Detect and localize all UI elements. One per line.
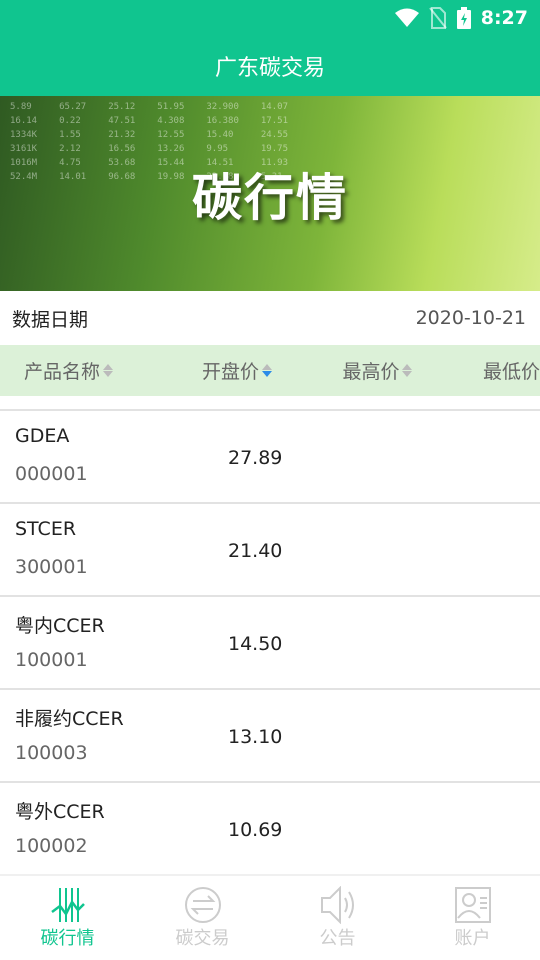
product-code: 300001 — [15, 556, 88, 578]
sort-icon — [402, 364, 413, 377]
column-header-high[interactable]: 最高价 — [342, 357, 483, 384]
nav-notice[interactable]: 公告 — [270, 876, 405, 960]
banner: 5.89 16.14 1334K 3161K 1016M 52.4M 65.27 … — [0, 96, 540, 291]
nav-label: 碳行情 — [40, 928, 95, 949]
nav-label: 公告 — [319, 928, 356, 949]
nav-label: 账户 — [454, 928, 491, 949]
wifi-icon — [394, 8, 419, 27]
table-row[interactable]: 非履约CCER 100003 13.10 — [0, 690, 540, 783]
table-row[interactable]: STCER 300001 21.40 — [0, 504, 540, 597]
app-title-bar: 广东碳交易 — [0, 36, 540, 96]
status-bar: 8:27 — [0, 0, 540, 36]
nav-label: 碳交易 — [175, 928, 230, 949]
exchange-icon — [184, 887, 221, 923]
table-header: 产品名称 开盘价 最高价 最低价 — [0, 345, 540, 396]
nav-market[interactable]: 碳行情 — [0, 876, 135, 960]
banner-title: 碳行情 — [192, 169, 348, 227]
product-code: 000001 — [15, 463, 88, 485]
data-date-value: 2020-10-21 — [415, 307, 526, 329]
market-chart-icon — [50, 888, 85, 922]
clock: 8:27 — [480, 7, 528, 29]
data-date-row: 数据日期 2020-10-21 — [0, 291, 540, 345]
product-code: 100003 — [15, 742, 88, 764]
column-header-low[interactable]: 最低价 — [483, 357, 540, 384]
product-name: 非履约CCER — [15, 708, 124, 730]
product-code: 100002 — [15, 835, 88, 857]
product-code: 100001 — [15, 649, 88, 671]
nav-account[interactable]: 账户 — [405, 876, 540, 960]
column-label: 产品名称 — [24, 361, 101, 383]
column-header-name[interactable]: 产品名称 — [24, 357, 202, 384]
page-title: 广东碳交易 — [214, 56, 325, 81]
table-row[interactable]: 粤内CCER 100001 14.50 — [0, 597, 540, 690]
divider — [0, 396, 540, 411]
column-label: 最高价 — [342, 361, 400, 383]
table-row[interactable]: GDEA 000001 27.89 — [0, 411, 540, 504]
open-price: 10.69 — [228, 819, 283, 841]
nav-trade[interactable]: 碳交易 — [135, 876, 270, 960]
column-label: 开盘价 — [201, 361, 259, 383]
column-label: 最低价 — [482, 361, 540, 383]
speaker-icon — [320, 886, 354, 924]
battery-charging-icon — [456, 7, 471, 29]
open-price: 14.50 — [228, 633, 283, 655]
open-price: 13.10 — [228, 726, 283, 748]
table-row[interactable]: 粤外CCER 100002 10.69 — [0, 783, 540, 876]
open-price: 27.89 — [228, 447, 283, 469]
column-header-open[interactable]: 开盘价 — [202, 357, 343, 384]
bottom-nav: 碳行情 碳交易 公告 账户 — [0, 874, 540, 960]
no-sim-icon — [428, 7, 447, 29]
account-card-icon — [454, 887, 491, 923]
sort-desc-icon — [261, 364, 272, 377]
data-date-label: 数据日期 — [12, 308, 89, 331]
product-name: 粤外CCER — [15, 801, 105, 823]
product-name: 粤内CCER — [15, 615, 105, 637]
product-name: STCER — [15, 518, 77, 540]
product-name: GDEA — [15, 425, 70, 447]
open-price: 21.40 — [228, 540, 283, 562]
sort-icon — [103, 364, 114, 377]
